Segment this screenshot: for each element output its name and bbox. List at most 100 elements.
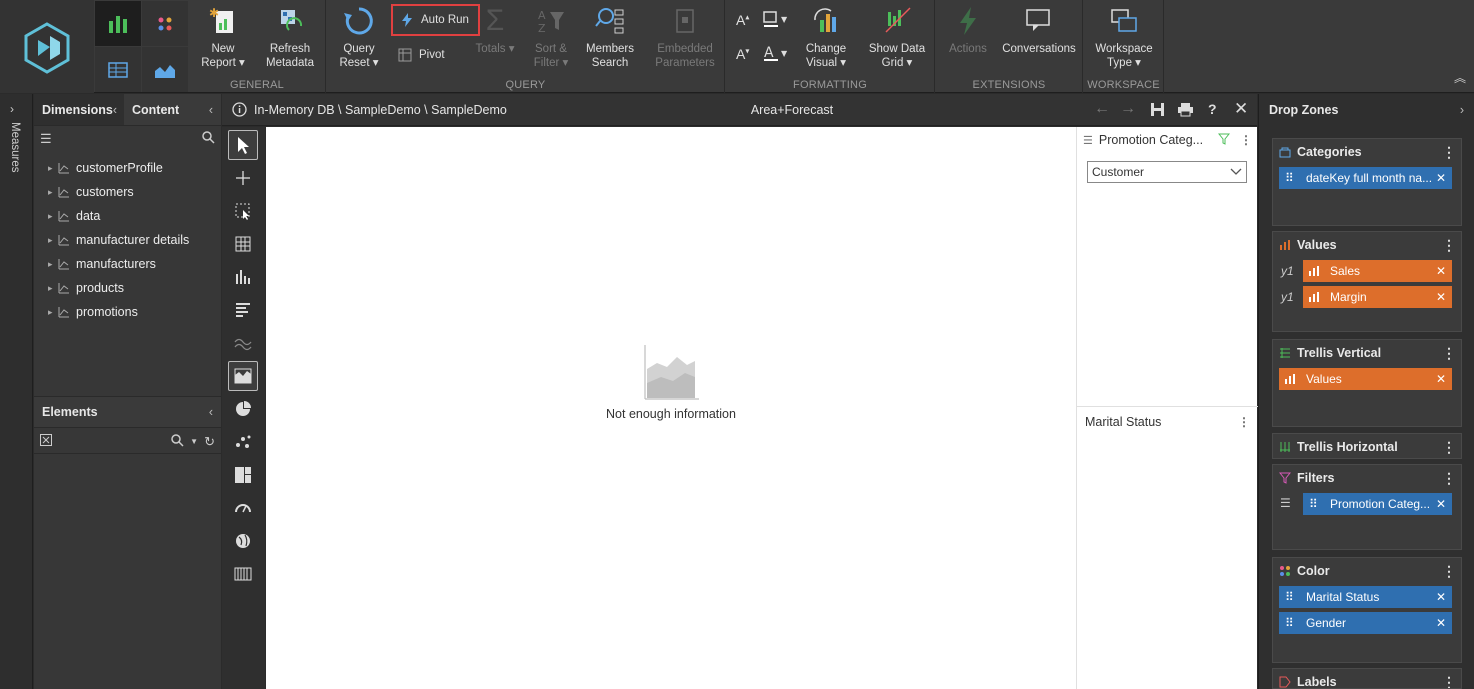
dimension-item[interactable]: ▸ customers [34, 180, 221, 204]
area-view-tile[interactable] [142, 47, 188, 92]
filter-funnel-icon[interactable] [1217, 133, 1231, 148]
chevron-left-icon[interactable]: ‹ [209, 405, 213, 419]
remove-icon[interactable]: ✕ [1436, 264, 1446, 278]
remove-icon[interactable]: ✕ [1436, 590, 1446, 604]
chart-view-tile[interactable] [95, 1, 141, 46]
chip-marital-status[interactable]: ⠿ Marital Status ✕ [1279, 586, 1452, 608]
sort-filter-button[interactable]: AZ Sort & Filter ▾ [527, 4, 575, 70]
font-size-decrease-button[interactable]: A▾ [736, 46, 749, 62]
pivot-table-icon[interactable] [228, 559, 258, 589]
expand-arrow-icon[interactable]: ▸ [48, 235, 58, 246]
chip-margin[interactable]: Margin ✕ [1303, 286, 1452, 308]
chart-canvas[interactable]: Not enough information [266, 127, 1076, 689]
chip-datekey[interactable]: ⠿ dateKey full month na... ✕ [1279, 167, 1452, 189]
workspace-type-button[interactable]: Workspace Type ▾ [1092, 4, 1156, 70]
zone-color[interactable]: Color ⋮ ⠿ Marital Status ✕ ⠿ Gender ✕ [1272, 557, 1462, 663]
zone-trellis-vertical[interactable]: Trellis Vertical ⋮ Values ✕ [1272, 339, 1462, 427]
pie-chart-icon[interactable] [228, 394, 258, 424]
refresh-metadata-button[interactable]: Refresh Metadata [261, 4, 319, 70]
dimension-item[interactable]: ▸ manufacturer details [34, 228, 221, 252]
remove-icon[interactable]: ✕ [1436, 290, 1446, 304]
crosshair-icon[interactable] [228, 163, 258, 193]
search-icon[interactable] [202, 131, 215, 147]
expand-arrow-icon[interactable]: ▸ [48, 163, 58, 174]
dimension-item[interactable]: ▸ customerProfile [34, 156, 221, 180]
color-palette-tile[interactable] [142, 1, 188, 46]
auto-run-button[interactable]: Auto Run [391, 4, 480, 36]
more-options-icon[interactable]: ⋮ [1442, 345, 1456, 362]
chip-promotion-category[interactable]: ⠿ Promotion Categ... ✕ [1303, 493, 1452, 515]
list-view-icon[interactable]: ☰ [40, 131, 52, 147]
area-chart-icon[interactable] [228, 361, 258, 391]
select-pointer-icon[interactable] [228, 130, 258, 160]
collapse-ribbon-icon[interactable]: ︽ [1454, 69, 1466, 86]
new-report-button[interactable]: ✱ New Report ▾ [197, 4, 249, 70]
show-data-grid-button[interactable]: Show Data Grid ▾ [866, 4, 928, 70]
chevron-right-icon[interactable]: › [1460, 103, 1464, 117]
fill-color-button[interactable]: ▼ [762, 10, 790, 31]
info-icon[interactable] [232, 102, 247, 120]
font-color-button[interactable]: A ▼ [762, 44, 790, 65]
expand-arrow-icon[interactable]: ▸ [48, 283, 58, 294]
clear-icon[interactable] [40, 434, 52, 449]
pivot-button[interactable]: Pivot [397, 47, 445, 63]
scatter-chart-icon[interactable] [228, 427, 258, 457]
filter-dropdown[interactable]: Customer [1087, 161, 1247, 183]
expand-arrow-icon[interactable]: ▸ [48, 211, 58, 222]
tab-dimensions[interactable]: Dimensions ‹ [34, 94, 124, 125]
more-options-icon[interactable]: ⋮ [1442, 674, 1456, 689]
more-options-icon[interactable]: ⋮ [1442, 237, 1456, 254]
expand-arrow-icon[interactable]: ▸ [48, 259, 58, 270]
refresh-icon[interactable]: ↻ [204, 434, 215, 450]
zone-values[interactable]: Values ⋮ y1 Sales ✕ y1 Margin ✕ [1272, 231, 1462, 332]
font-size-increase-button[interactable]: A▴ [736, 12, 749, 28]
query-reset-button[interactable]: Query Reset ▾ [335, 4, 383, 70]
treemap-icon[interactable] [228, 460, 258, 490]
embedded-parameters-button[interactable]: Embedded Parameters [653, 4, 717, 70]
expand-measures-icon[interactable]: › [10, 102, 14, 116]
tab-content[interactable]: Content ‹ [124, 94, 221, 125]
back-arrow-icon[interactable]: ← [1094, 100, 1110, 118]
zone-trellis-horizontal[interactable]: Trellis Horizontal ⋮ [1272, 433, 1462, 459]
save-icon[interactable] [1150, 102, 1165, 120]
conversations-button[interactable]: Conversations [1002, 4, 1076, 56]
more-options-icon[interactable]: ⋮ [1442, 470, 1456, 487]
dimension-item[interactable]: ▸ promotions [34, 300, 221, 324]
totals-button[interactable]: Σ Totals ▾ [473, 4, 517, 56]
more-options-icon[interactable]: ⋮ [1442, 563, 1456, 580]
dimension-item[interactable]: ▸ products [34, 276, 221, 300]
more-options-icon[interactable]: ⋮ [1238, 415, 1250, 429]
members-search-button[interactable]: Members Search [583, 4, 637, 70]
grid-chart-icon[interactable] [228, 229, 258, 259]
remove-icon[interactable]: ✕ [1436, 497, 1446, 511]
dropdown-arrow-icon[interactable]: ▼ [190, 437, 198, 446]
measures-strip[interactable]: › Measures [0, 94, 33, 689]
grid-view-tile[interactable] [95, 47, 141, 92]
expand-arrow-icon[interactable]: ▸ [48, 187, 58, 198]
remove-icon[interactable]: ✕ [1436, 171, 1446, 185]
remove-icon[interactable]: ✕ [1436, 616, 1446, 630]
globe-map-icon[interactable] [228, 526, 258, 556]
column-chart-icon[interactable] [228, 262, 258, 292]
chip-gender[interactable]: ⠿ Gender ✕ [1279, 612, 1452, 634]
dimension-item[interactable]: ▸ manufacturers [34, 252, 221, 276]
more-options-icon[interactable]: ⋮ [1442, 439, 1456, 456]
expand-arrow-icon[interactable]: ▸ [48, 307, 58, 318]
chip-sales[interactable]: Sales ✕ [1303, 260, 1452, 282]
more-options-icon[interactable]: ⋮ [1240, 133, 1252, 147]
help-icon[interactable]: ? [1208, 101, 1217, 117]
zone-labels[interactable]: Labels ⋮ [1272, 668, 1462, 689]
lasso-select-icon[interactable] [228, 196, 258, 226]
dimension-item[interactable]: ▸ data [34, 204, 221, 228]
close-icon[interactable]: ✕ [1234, 99, 1248, 119]
change-visual-button[interactable]: Change Visual ▾ [802, 4, 850, 70]
bar-chart-icon[interactable] [228, 295, 258, 325]
line-chart-icon[interactable] [228, 328, 258, 358]
search-icon[interactable] [171, 433, 184, 450]
actions-button[interactable]: Actions [946, 4, 990, 56]
gauge-icon[interactable] [228, 493, 258, 523]
forward-arrow-icon[interactable]: → [1120, 100, 1136, 118]
zone-filters[interactable]: Filters ⋮ ☰ ⠿ Promotion Categ... ✕ [1272, 464, 1462, 550]
chip-values[interactable]: Values ✕ [1279, 368, 1452, 390]
print-icon[interactable] [1177, 102, 1194, 120]
